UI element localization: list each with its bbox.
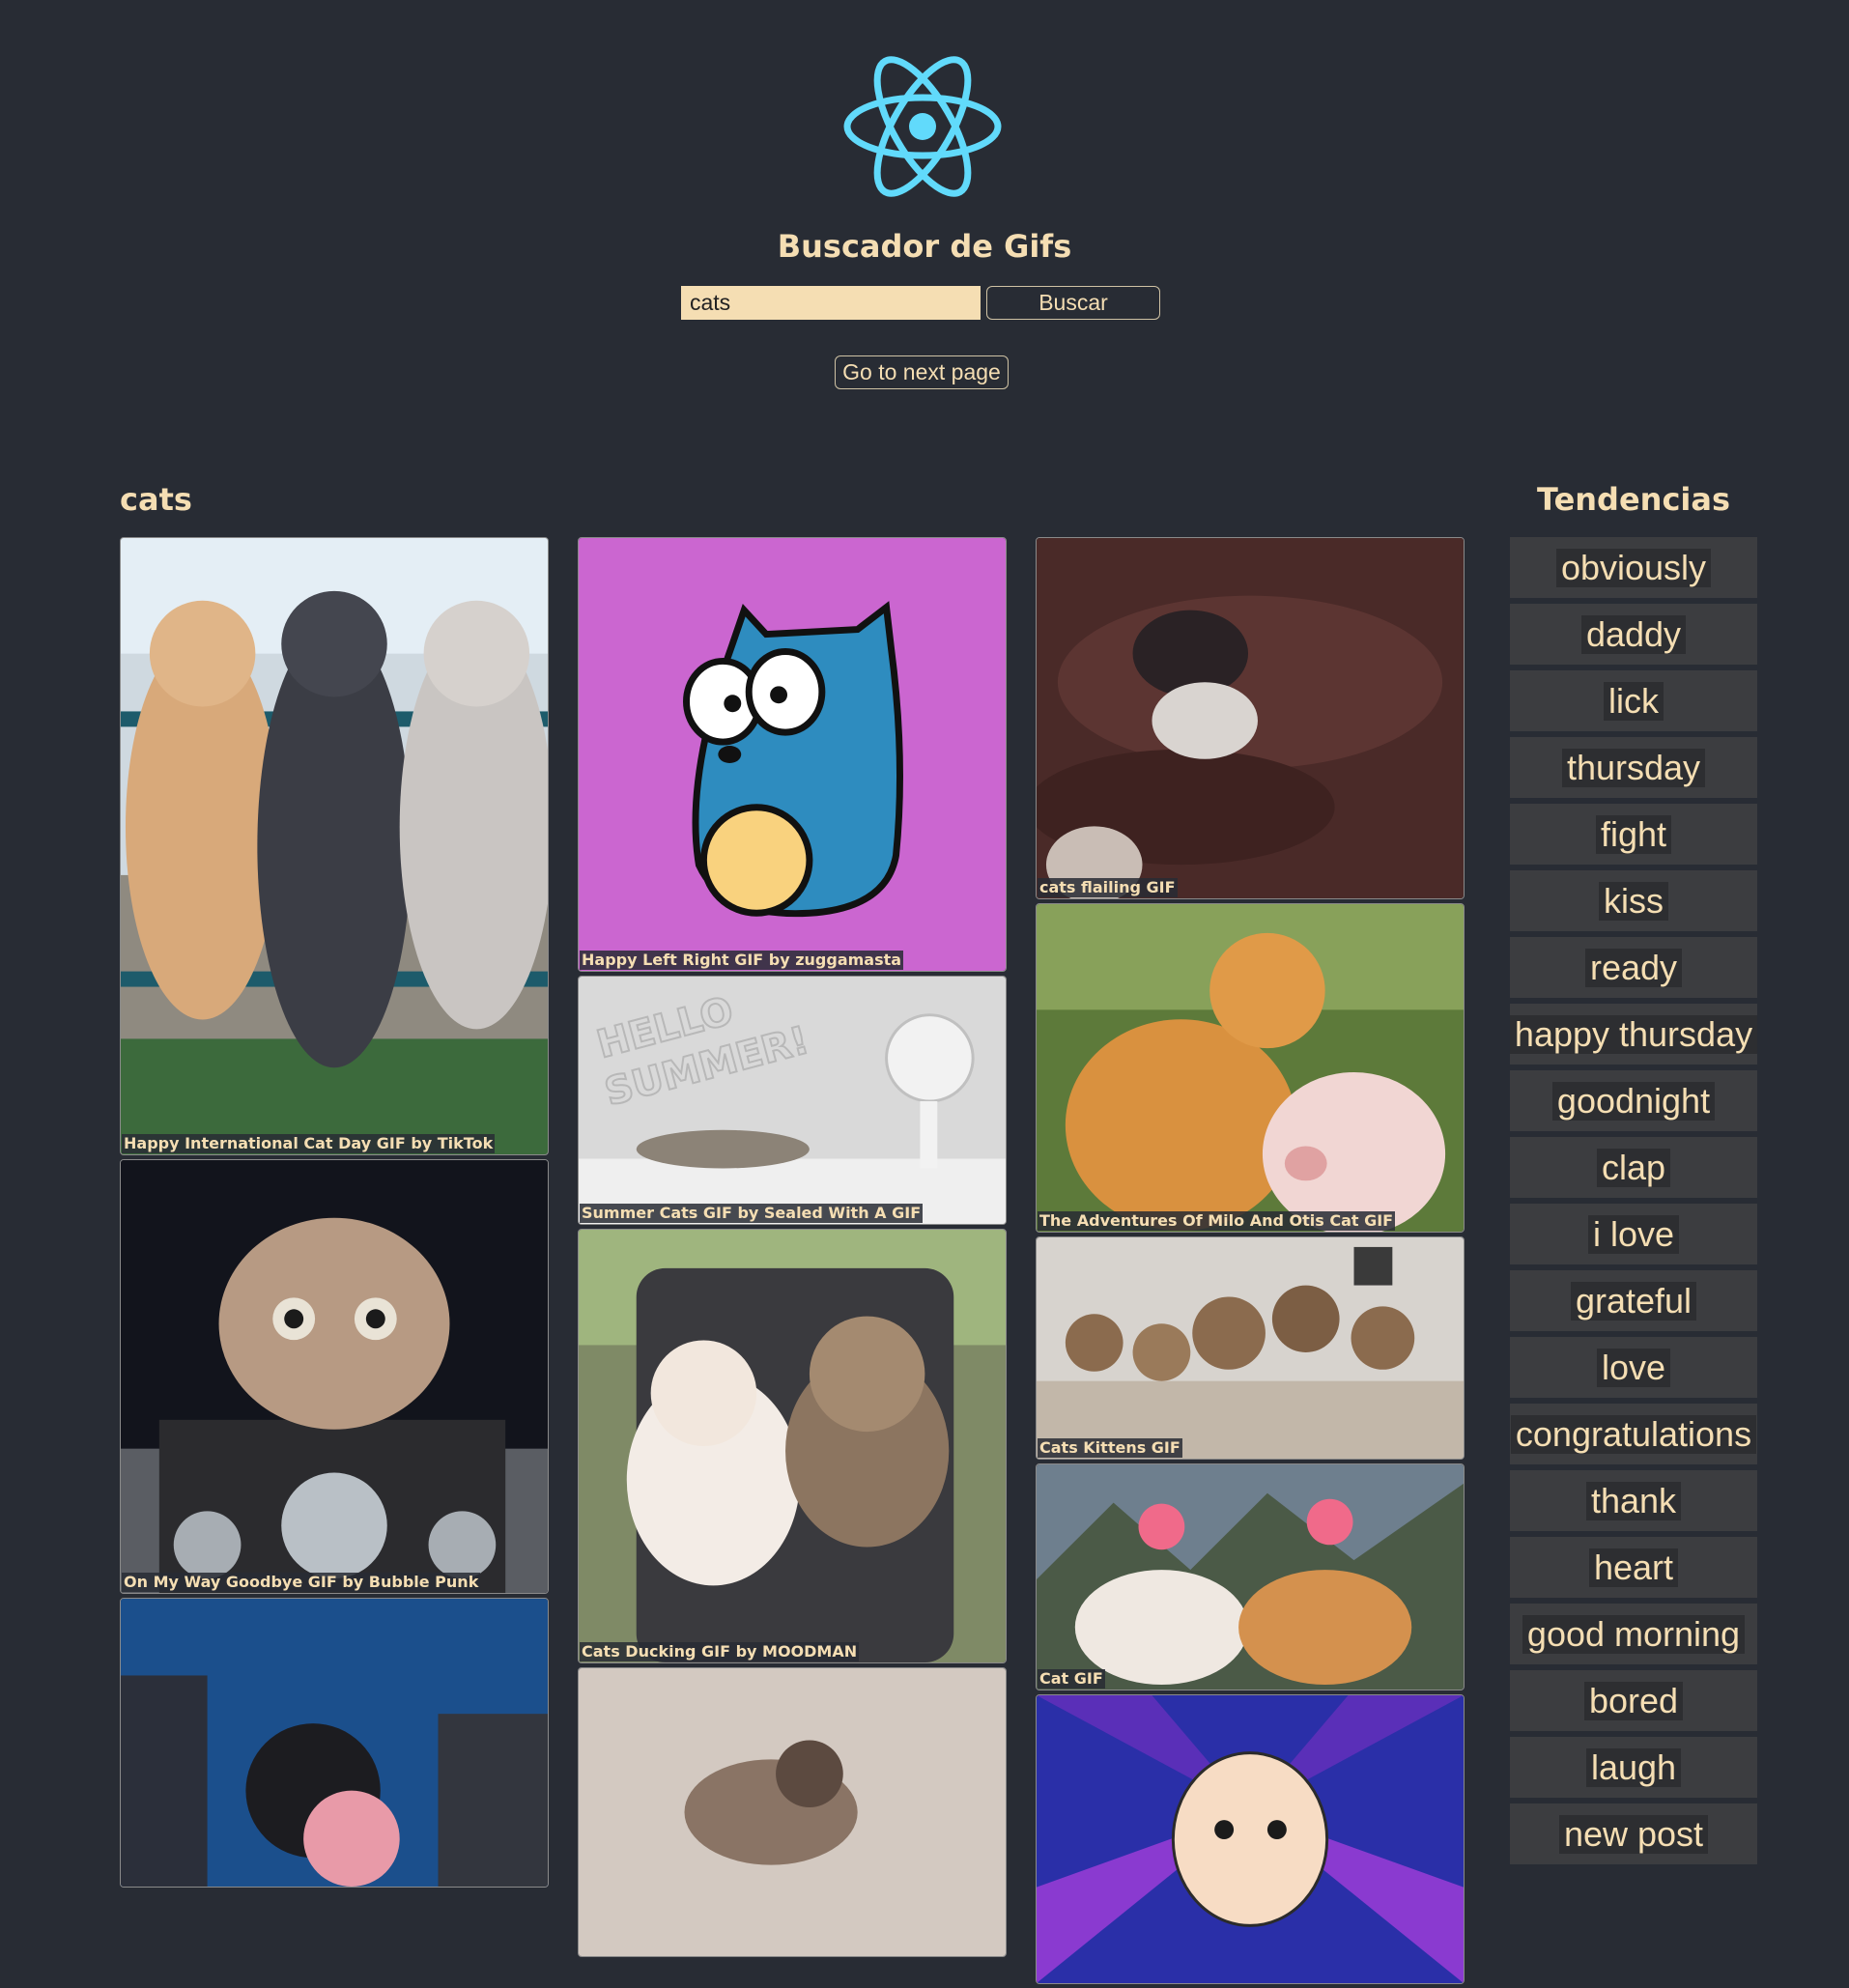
gif-image bbox=[1037, 1695, 1464, 1983]
trend-item[interactable]: obviously bbox=[1510, 537, 1757, 598]
gif-title: Cats Kittens GIF bbox=[1038, 1438, 1182, 1458]
gif-card[interactable]: Cats Kittens GIF bbox=[1036, 1236, 1465, 1460]
gif-card[interactable]: Cats Ducking GIF by MOODMAN bbox=[578, 1229, 1007, 1663]
gif-card[interactable]: The Adventures Of Milo And Otis Cat GIF bbox=[1036, 903, 1465, 1233]
trend-item[interactable]: i love bbox=[1510, 1204, 1757, 1264]
trend-item[interactable]: laugh bbox=[1510, 1737, 1757, 1798]
gif-column: cats flailing GIF The Adventures Of Milo… bbox=[1036, 537, 1465, 1988]
trend-item[interactable]: goodnight bbox=[1510, 1070, 1757, 1131]
trend-item[interactable]: good morning bbox=[1510, 1604, 1757, 1664]
gif-title: cats flailing GIF bbox=[1038, 878, 1178, 897]
gif-title: Cats Ducking GIF by MOODMAN bbox=[580, 1642, 860, 1661]
gif-card[interactable] bbox=[1036, 1694, 1465, 1984]
trend-label: obviously bbox=[1555, 548, 1712, 587]
gif-card[interactable]: HELLO SUMMER! Summer Cats GIF by Sealed … bbox=[578, 976, 1007, 1225]
trend-label: grateful bbox=[1570, 1281, 1697, 1321]
trend-item[interactable]: heart bbox=[1510, 1537, 1757, 1598]
trend-item[interactable]: new post bbox=[1510, 1803, 1757, 1864]
gif-image bbox=[579, 538, 1006, 971]
trend-label: clap bbox=[1596, 1148, 1671, 1187]
trend-item[interactable]: congratulations bbox=[1510, 1404, 1757, 1464]
trend-item[interactable]: daddy bbox=[1510, 604, 1757, 665]
gif-image bbox=[579, 1230, 1006, 1662]
trend-item[interactable]: happy thursday bbox=[1509, 1004, 1758, 1065]
gif-title: Summer Cats GIF by Sealed With A GIF bbox=[580, 1204, 924, 1223]
trend-label: i love bbox=[1587, 1214, 1680, 1254]
trend-label: thank bbox=[1585, 1481, 1682, 1520]
gif-column: Happy International Cat Day GIF by TikTo… bbox=[120, 537, 549, 1891]
search-button[interactable]: Buscar bbox=[986, 286, 1160, 320]
trend-item[interactable]: thank bbox=[1510, 1470, 1757, 1531]
gif-card[interactable]: Cat GIF bbox=[1036, 1463, 1465, 1690]
gif-card[interactable]: Happy Left Right GIF by zuggamasta bbox=[578, 537, 1007, 972]
trend-item[interactable]: clap bbox=[1510, 1137, 1757, 1198]
gif-title: Happy Left Right GIF by zuggamasta bbox=[580, 951, 904, 970]
gif-card[interactable]: On My Way Goodbye GIF by Bubble Punk bbox=[120, 1159, 549, 1594]
next-page-button[interactable]: Go to next page bbox=[835, 355, 1009, 389]
gif-title: Cat GIF bbox=[1038, 1669, 1105, 1689]
gif-image bbox=[121, 1599, 548, 1887]
gif-image bbox=[121, 1160, 548, 1593]
gif-card[interactable] bbox=[578, 1667, 1007, 1957]
gif-image bbox=[1037, 1464, 1464, 1690]
trend-item[interactable]: lick bbox=[1510, 670, 1757, 731]
trend-label: daddy bbox=[1580, 614, 1687, 654]
react-logo-icon bbox=[843, 56, 1002, 197]
gif-title: Happy International Cat Day GIF by TikTo… bbox=[122, 1134, 496, 1153]
trend-label: ready bbox=[1584, 948, 1683, 987]
trend-item[interactable]: kiss bbox=[1510, 870, 1757, 931]
trend-label: bored bbox=[1583, 1681, 1684, 1720]
results-heading: cats bbox=[120, 481, 192, 518]
trend-item[interactable]: thursday bbox=[1510, 737, 1757, 798]
trend-label: kiss bbox=[1599, 881, 1668, 921]
trend-label: lick bbox=[1604, 681, 1664, 721]
trend-label: new post bbox=[1558, 1814, 1709, 1854]
trend-item[interactable]: ready bbox=[1510, 937, 1757, 998]
gif-image bbox=[1037, 904, 1464, 1232]
trend-label: fight bbox=[1595, 814, 1672, 854]
trend-item[interactable]: fight bbox=[1510, 804, 1757, 865]
gif-title: On My Way Goodbye GIF by Bubble Punk bbox=[122, 1573, 481, 1592]
gif-image: HELLO SUMMER! bbox=[579, 977, 1006, 1224]
trend-label: love bbox=[1596, 1348, 1671, 1387]
search-input[interactable] bbox=[681, 286, 981, 320]
trend-label: goodnight bbox=[1551, 1081, 1716, 1121]
trend-label: congratulations bbox=[1510, 1414, 1757, 1454]
app-title: Buscador de Gifs bbox=[777, 228, 1072, 265]
gif-card[interactable]: Happy International Cat Day GIF by TikTo… bbox=[120, 537, 549, 1155]
gif-card[interactable] bbox=[120, 1598, 549, 1888]
gif-image bbox=[1037, 538, 1464, 898]
trend-item[interactable]: grateful bbox=[1510, 1270, 1757, 1331]
trend-label: laugh bbox=[1585, 1747, 1682, 1787]
gif-image bbox=[1037, 1237, 1464, 1459]
trend-label: heart bbox=[1588, 1548, 1679, 1587]
trend-item[interactable]: bored bbox=[1510, 1670, 1757, 1731]
trends-list: obviously daddy lick thursday fight kiss… bbox=[1509, 537, 1758, 1870]
trend-label: happy thursday bbox=[1509, 1014, 1758, 1054]
gif-title: The Adventures Of Milo And Otis Cat GIF bbox=[1038, 1211, 1396, 1231]
gif-image bbox=[579, 1668, 1006, 1956]
gif-column: Happy Left Right GIF by zuggamasta HELLO… bbox=[578, 537, 1007, 1961]
gif-image bbox=[121, 538, 548, 1154]
trend-item[interactable]: love bbox=[1510, 1337, 1757, 1398]
trends-title: Tendencias bbox=[1536, 481, 1731, 518]
trend-label: thursday bbox=[1561, 748, 1706, 787]
gif-card[interactable]: cats flailing GIF bbox=[1036, 537, 1465, 899]
trend-label: good morning bbox=[1522, 1614, 1746, 1654]
